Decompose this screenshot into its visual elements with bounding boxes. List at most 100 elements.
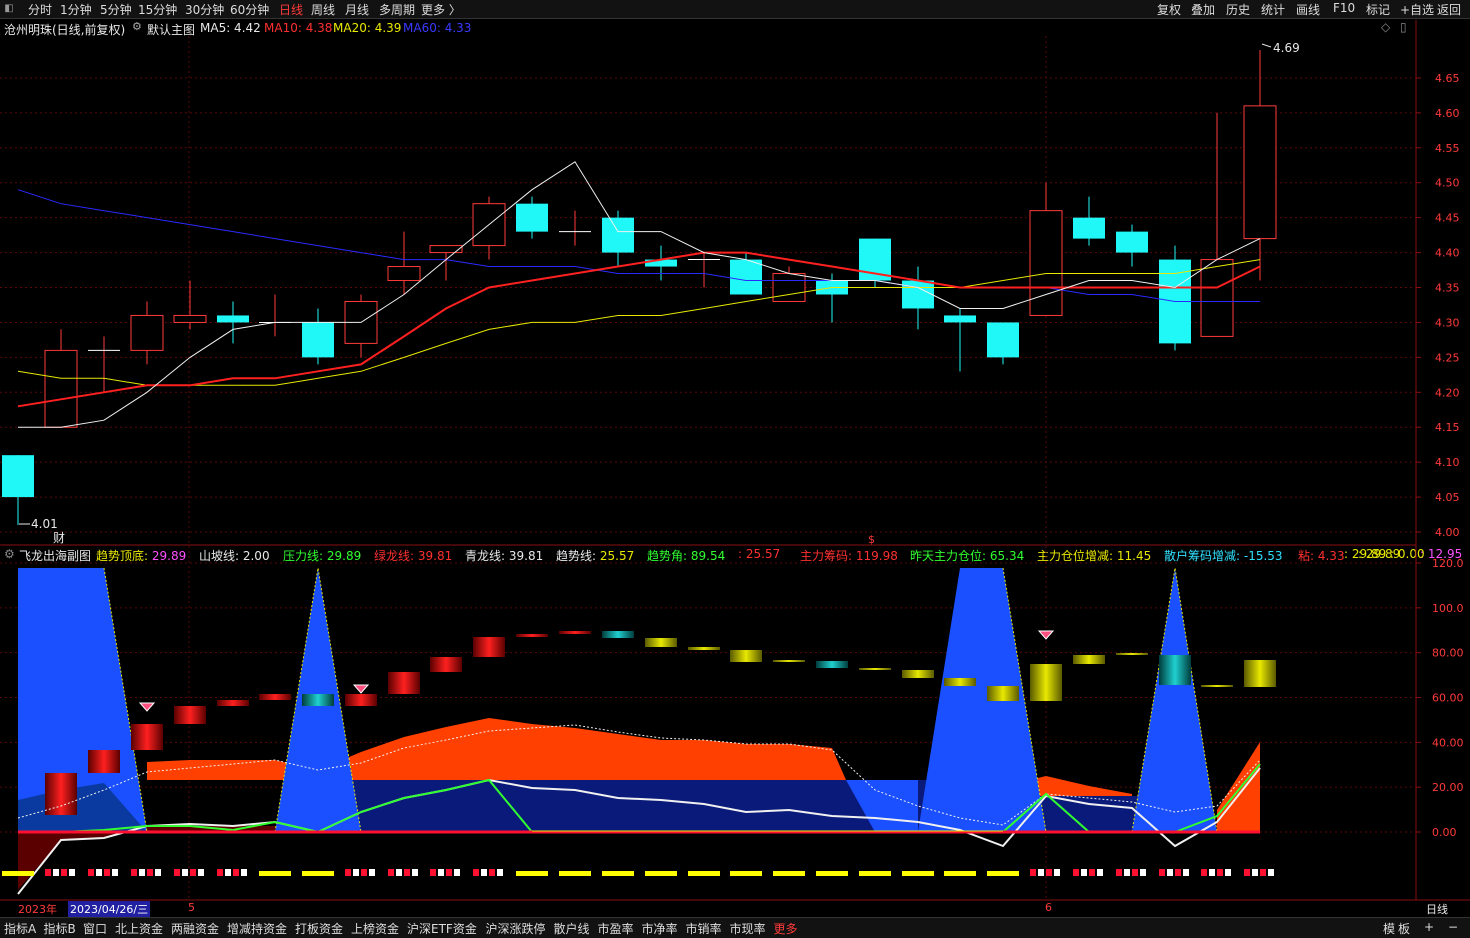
dash-25-3 <box>1097 869 1103 876</box>
dash-29-1 <box>1252 869 1258 876</box>
dash-11-3 <box>497 869 503 876</box>
tool-button-7[interactable]: +自选 <box>1400 1 1434 18</box>
bottom-tab-4[interactable]: 两融资金 <box>171 920 219 937</box>
dash-27-0 <box>1159 869 1165 876</box>
bottom-tab-7[interactable]: 上榜资金 <box>351 920 399 937</box>
bottom-right-3[interactable]: − <box>1448 920 1458 934</box>
timeframe-tab-8[interactable]: 月线 <box>345 1 369 18</box>
bottom-tab-0[interactable]: 指标A <box>4 920 36 937</box>
dash-4-1 <box>182 869 188 876</box>
candle-body-20 <box>859 238 891 281</box>
white-dotted-line <box>17 724 1261 826</box>
dash-29-2 <box>1260 869 1266 876</box>
moving-averages <box>17 161 1261 428</box>
timeframe-tab-4[interactable]: 30分钟 <box>185 1 224 18</box>
price-tick-12: 4.05 <box>1435 491 1460 504</box>
tool-button-3[interactable]: 统计 <box>1261 1 1285 18</box>
dash-2-3 <box>112 869 118 876</box>
sub-tick-label-3: 60.00 <box>1432 692 1464 705</box>
dash-28-0 <box>1201 869 1207 876</box>
sub-settings-icon[interactable]: ⚙ <box>4 547 15 561</box>
candle-body-1 <box>44 349 78 428</box>
price-tick-5: 4.40 <box>1435 247 1460 260</box>
candle-body-26 <box>1116 231 1148 253</box>
candle-body-12 <box>516 203 548 232</box>
kline-chart[interactable]: 4.694.01财 $ 4.654.604.554.504.454.404.354… <box>0 0 1470 937</box>
dash-5-1 <box>225 869 231 876</box>
dash-12 <box>516 871 548 876</box>
dash-1-1 <box>53 869 59 876</box>
indicator-4: 青龙线: 39.81 <box>465 549 544 563</box>
finance-marker: 财 <box>53 531 65 545</box>
bottom-tab-2[interactable]: 窗口 <box>83 920 107 937</box>
dash-17 <box>730 871 762 876</box>
tool-button-0[interactable]: 复权 <box>1157 1 1181 18</box>
tool-button-2[interactable]: 历史 <box>1226 1 1250 18</box>
bottom-tab-3[interactable]: 北上资金 <box>115 920 163 937</box>
bottom-tab-1[interactable]: 指标B <box>44 920 76 937</box>
tool-button-1[interactable]: 叠加 <box>1191 1 1215 18</box>
bottom-tab-10[interactable]: 散户线 <box>554 920 590 937</box>
bottom-right-1[interactable]: 板 <box>1398 920 1410 937</box>
dash-11-0 <box>473 869 479 876</box>
bottom-right-2[interactable]: + <box>1424 920 1434 934</box>
dash-25-0 <box>1073 869 1079 876</box>
dash-28-3 <box>1225 869 1231 876</box>
sub-chart-name[interactable]: 飞龙出海副图 <box>19 547 91 564</box>
tool-button-5[interactable]: F10 <box>1333 1 1355 15</box>
ma-label-1: MA10: 4.38 <box>264 21 333 35</box>
main-candles: 4.69 4.01财 $ <box>2 41 1300 546</box>
timeframe-tab-6[interactable]: 日线 <box>279 1 303 18</box>
dash-24-2 <box>1046 869 1052 876</box>
bottom-tab-15[interactable]: 更多 <box>774 920 798 937</box>
timeframe-tab-0[interactable]: 分时 <box>28 1 52 18</box>
candle-body-24 <box>1029 210 1063 316</box>
bottom-tab-12[interactable]: 市净率 <box>642 920 678 937</box>
stock-title[interactable]: 沧州明珠(日线,前复权) <box>4 21 125 38</box>
template-label[interactable]: 默认主图 <box>147 21 195 38</box>
bottom-tab-14[interactable]: 市现率 <box>730 920 766 937</box>
signal-box-17 <box>773 660 805 662</box>
system-menu-icon[interactable]: ◧ <box>2 2 16 15</box>
bottom-tab-6[interactable]: 打板资金 <box>295 920 343 937</box>
dash-1-3 <box>69 869 75 876</box>
tool-button-4[interactable]: 画线 <box>1296 1 1320 18</box>
event-marker: $ <box>868 533 875 546</box>
dash-5-0 <box>217 869 223 876</box>
tool-button-6[interactable]: 标记 <box>1366 1 1390 18</box>
bottom-tab-13[interactable]: 市销率 <box>686 920 722 937</box>
dash-3-1 <box>139 869 145 876</box>
dash-13 <box>559 871 591 876</box>
tool-button-8[interactable]: 返回 <box>1437 1 1461 18</box>
indicator-5: 趋势线: 25.57 <box>556 549 635 563</box>
candle-body-18 <box>772 273 806 302</box>
timeframe-tab-7[interactable]: 周线 <box>311 1 335 18</box>
indicator-6: 趋势角: 89.54 <box>647 549 726 563</box>
timeframe-tab-2[interactable]: 5分钟 <box>100 1 132 18</box>
candle-body-3 <box>130 314 164 351</box>
bottom-tab-8[interactable]: 沪深ETF资金 <box>407 920 477 937</box>
date-axis: 2023年 2023/04/26/三 5 6 日线 <box>0 901 1448 917</box>
dash-26-0 <box>1116 869 1122 876</box>
blue-spike-3 <box>918 568 1046 832</box>
signal-box-20 <box>902 670 934 678</box>
timeframe-tab-9[interactable]: 多周期 <box>379 1 415 18</box>
timeframe-tab-5[interactable]: 60分钟 <box>230 1 269 18</box>
expand-window-icon[interactable]: ▯ <box>1400 20 1407 34</box>
settings-gear-icon[interactable]: ⚙ <box>132 20 142 33</box>
diamond-toggle-icon[interactable]: ◇ <box>1381 20 1390 34</box>
bottom-right-0[interactable]: 模 <box>1383 920 1395 937</box>
signal-box-26 <box>1159 655 1191 685</box>
timeframe-tab-10[interactable]: 更多 〉 <box>421 1 461 18</box>
timeframe-tab-1[interactable]: 1分钟 <box>60 1 92 18</box>
green-line <box>18 763 1261 834</box>
candle-body-25 <box>1073 217 1105 239</box>
bottom-tab-5[interactable]: 增减持资金 <box>227 920 287 937</box>
chart-grid <box>0 20 1470 901</box>
bottom-tab-9[interactable]: 沪深涨跌停 <box>486 920 546 937</box>
candle-body-19 <box>816 280 848 295</box>
bottom-tab-11[interactable]: 市盈率 <box>598 920 634 937</box>
timeframe-tab-3[interactable]: 15分钟 <box>138 1 177 18</box>
period-label: 日线 <box>1426 903 1448 916</box>
signal-box-8 <box>388 672 420 694</box>
